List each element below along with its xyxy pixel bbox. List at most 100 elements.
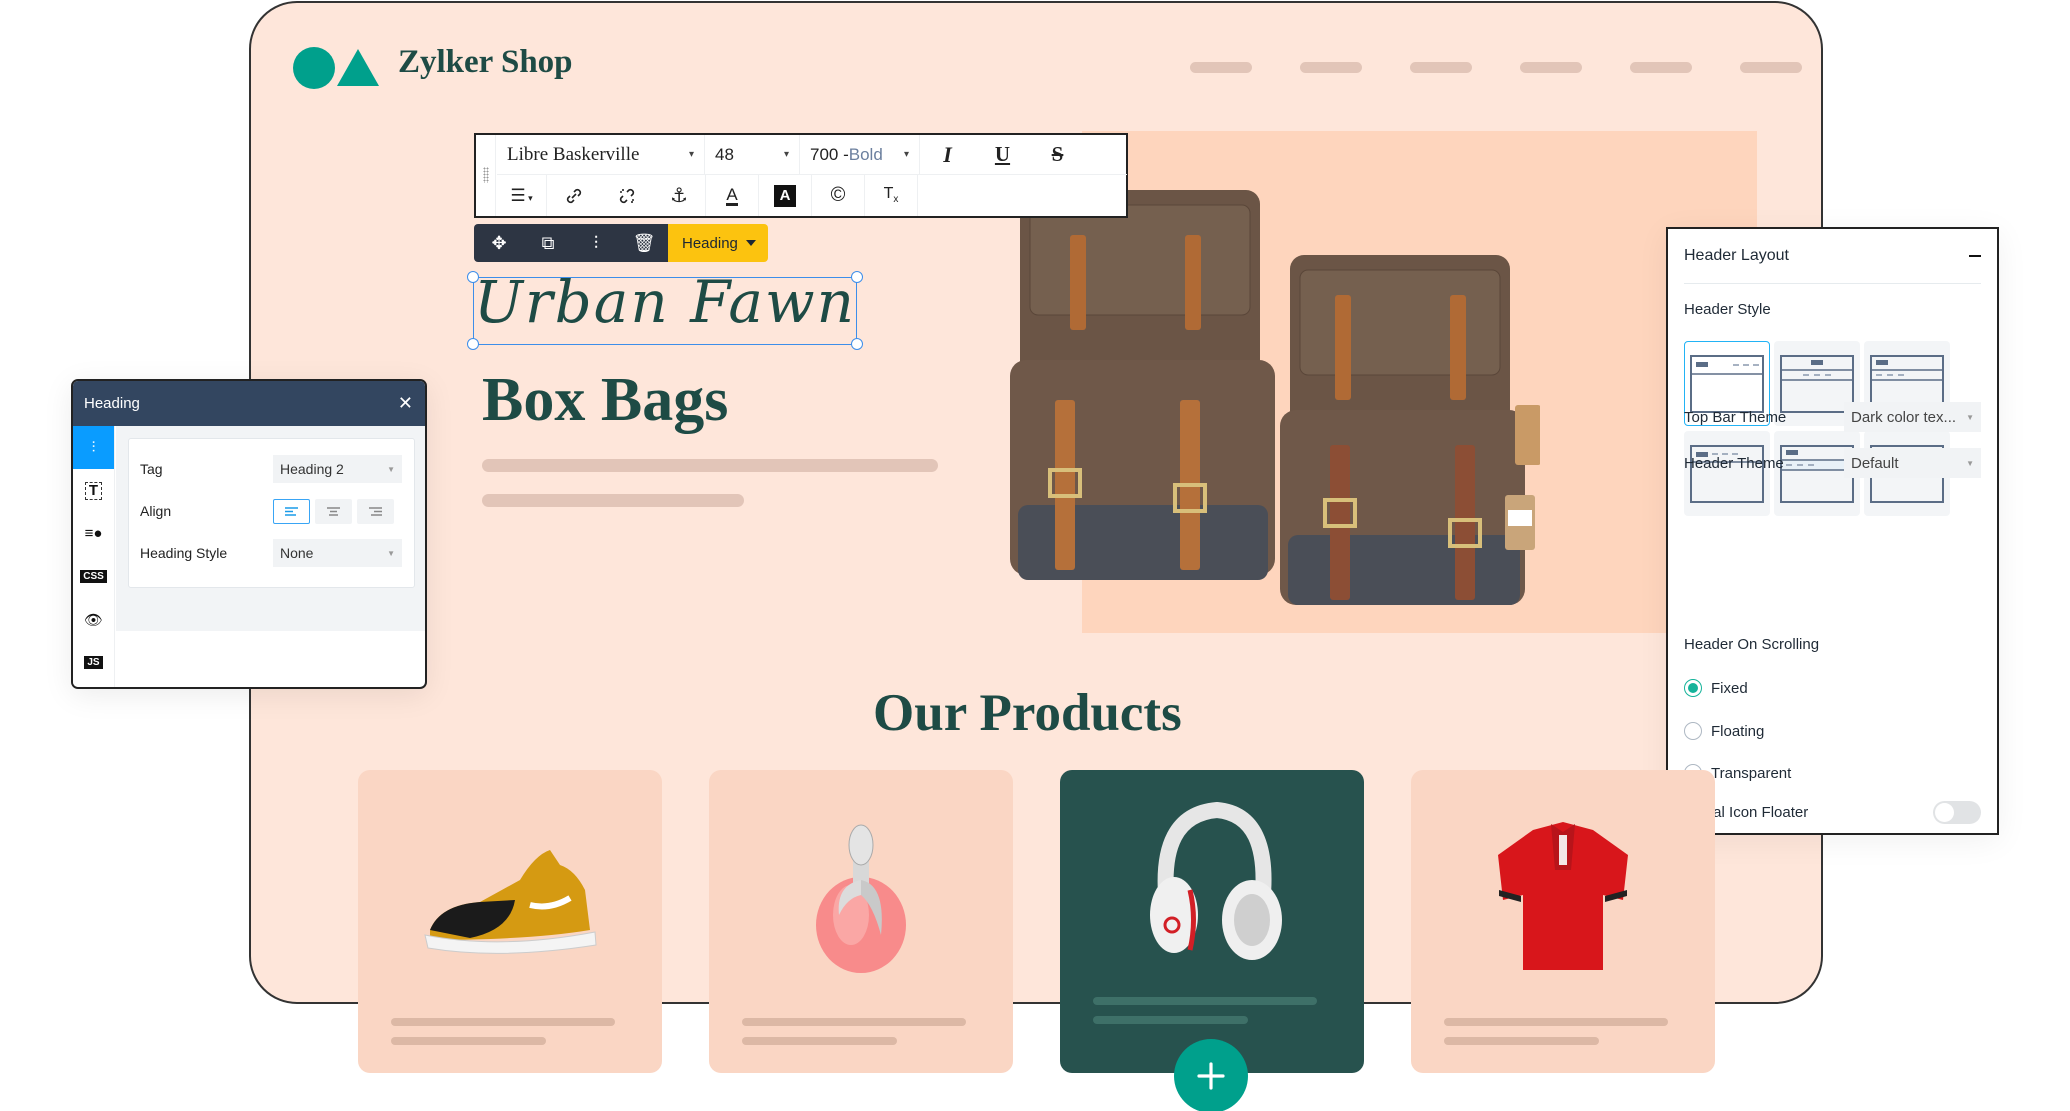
add-element-button[interactable] <box>1174 1039 1248 1111</box>
tab-settings[interactable]: ⫶ <box>73 426 114 469</box>
font-family-select[interactable]: Libre Baskerville ▾ <box>497 135 705 174</box>
plus-icon <box>1197 1062 1225 1090</box>
nav-item-placeholder[interactable] <box>1630 62 1692 73</box>
duplicate-button[interactable]: ⧉ <box>524 224 572 262</box>
header-theme-row: Header Theme Default ▼ <box>1684 448 1981 478</box>
bag-left-stack <box>1010 190 1275 580</box>
nav-item-placeholder[interactable] <box>1300 62 1362 73</box>
text-line-placeholder <box>482 459 938 472</box>
text-format-toolbar: Libre Baskerville ▾ 48 ▾ 700 -Bold ▾ I U… <box>474 133 1128 218</box>
element-action-bar: ✥ ⧉ ⫶ 🗑 Heading <box>474 224 768 262</box>
sneaker-image <box>424 850 597 954</box>
animation-icon: ≡● <box>84 525 103 542</box>
resize-handle[interactable] <box>851 338 863 350</box>
nav-item-placeholder[interactable] <box>1410 62 1472 73</box>
nav-item-placeholder[interactable] <box>1740 62 1802 73</box>
top-bar-theme-row: Top Bar Theme Dark color tex... ▼ <box>1684 402 1981 432</box>
tag-select[interactable]: Heading 2 ▼ <box>273 455 402 483</box>
special-chars-button[interactable]: © <box>812 175 865 216</box>
font-weight-value: 700 -Bold <box>810 144 883 164</box>
product-card[interactable] <box>358 770 662 1073</box>
hero-title[interactable]: Box Bags <box>482 365 728 436</box>
top-bar-theme-select[interactable]: Dark color tex... ▼ <box>1844 402 1981 432</box>
anchor-icon: ⚓ <box>670 185 688 207</box>
header-theme-label: Header Theme <box>1684 454 1784 472</box>
radio-floating[interactable]: Floating <box>1684 722 1764 740</box>
tab-js[interactable]: JS <box>73 641 114 684</box>
italic-button[interactable]: I <box>920 135 975 174</box>
radio-label: Fixed <box>1711 679 1748 697</box>
site-nav <box>1190 62 1802 73</box>
element-type-dropdown[interactable]: Heading <box>668 224 768 262</box>
resize-handle[interactable] <box>467 271 479 283</box>
unlink-button[interactable] <box>600 175 653 216</box>
drag-handle[interactable] <box>476 135 496 216</box>
site-brand-name[interactable]: Zylker Shop <box>398 44 573 81</box>
list-indent-button[interactable]: ☰ ▾ <box>497 175 547 216</box>
chevron-down-icon: ▼ <box>387 464 395 474</box>
underline-button[interactable]: U <box>975 135 1030 174</box>
product-card[interactable] <box>709 770 1013 1073</box>
product-card-selected[interactable] <box>1060 770 1364 1073</box>
collapse-icon[interactable] <box>1969 255 1981 257</box>
polo-shirt-image <box>1498 822 1628 970</box>
text-color-button[interactable]: A <box>706 175 759 216</box>
align-center-button[interactable] <box>315 498 352 524</box>
radio-unchecked-icon <box>1684 722 1702 740</box>
radio-fixed[interactable]: Fixed <box>1684 679 1748 697</box>
tab-text[interactable]: T <box>73 469 114 512</box>
radio-label: Transparent <box>1711 764 1792 782</box>
strikethrough-button[interactable]: S <box>1030 135 1085 174</box>
logo-triangle-icon <box>337 49 379 86</box>
resize-handle[interactable] <box>851 271 863 283</box>
chevron-down-icon: ▾ <box>783 149 789 160</box>
tab-visibility[interactable]: 👁 <box>73 598 114 641</box>
close-icon[interactable]: ✕ <box>398 393 413 414</box>
text-box-icon: T <box>84 481 103 500</box>
align-right-button[interactable] <box>357 498 394 524</box>
radio-label: Floating <box>1711 722 1765 740</box>
tab-animation[interactable]: ≡● <box>73 512 114 555</box>
heading-style-label: Heading Style <box>140 545 228 561</box>
top-bar-theme-value: Dark color tex... <box>1851 408 1957 426</box>
radio-checked-icon <box>1684 679 1702 697</box>
text-line-placeholder <box>742 1037 897 1045</box>
delete-button[interactable]: 🗑 <box>620 224 668 262</box>
header-theme-select[interactable]: Default ▼ <box>1844 448 1981 478</box>
caret-down-icon <box>745 240 756 246</box>
clear-format-button[interactable]: Tx <box>865 175 918 216</box>
tab-css[interactable]: CSS <box>73 555 114 598</box>
social-icon-floater-toggle[interactable] <box>1933 800 1981 824</box>
align-left-icon <box>285 506 298 516</box>
text-line-placeholder <box>1444 1037 1599 1045</box>
resize-handle[interactable] <box>467 338 479 350</box>
tag-value: Heading 2 <box>280 461 344 477</box>
font-weight-select[interactable]: 700 -Bold ▾ <box>800 135 920 174</box>
font-size-select[interactable]: 48 ▾ <box>705 135 800 174</box>
products-section-title: Our Products <box>873 684 1182 742</box>
link-button[interactable] <box>547 175 600 216</box>
move-button[interactable]: ✥ <box>474 224 524 262</box>
align-right-icon <box>369 506 382 516</box>
highlight-color-button[interactable]: A <box>759 175 812 216</box>
text-line-placeholder <box>1093 1016 1248 1024</box>
box-bags-image[interactable] <box>1000 175 1540 615</box>
align-left-button[interactable] <box>273 498 310 524</box>
chevron-down-icon: ▾ <box>688 149 694 160</box>
strikethrough-icon: S <box>1051 142 1064 166</box>
product-card[interactable] <box>1411 770 1715 1073</box>
text-line-placeholder <box>391 1037 546 1045</box>
italic-icon: I <box>943 141 952 167</box>
settings-button[interactable]: ⫶ <box>572 224 620 262</box>
js-icon: JS <box>84 656 103 669</box>
tag-label: Tag <box>140 461 163 477</box>
nav-item-placeholder[interactable] <box>1520 62 1582 73</box>
anchor-button[interactable]: ⚓ <box>653 175 706 216</box>
sliders-icon: ⫶ <box>91 439 96 456</box>
text-line-placeholder <box>391 1018 615 1026</box>
highlight-color-icon: A <box>774 184 796 207</box>
heading-style-select[interactable]: None ▼ <box>273 539 402 567</box>
selected-element-outline[interactable] <box>473 277 857 345</box>
nav-item-placeholder[interactable] <box>1190 62 1252 73</box>
logo-circle-icon <box>293 47 335 89</box>
